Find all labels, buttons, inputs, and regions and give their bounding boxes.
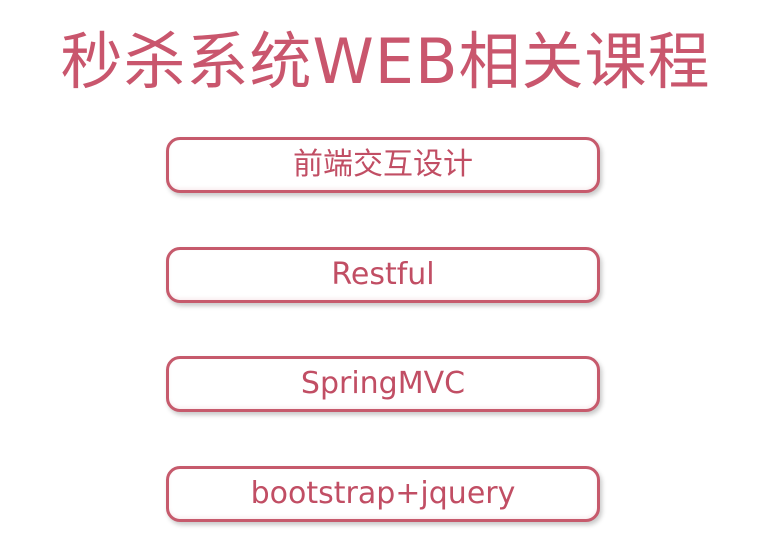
topic-box-bootstrap-jquery: bootstrap+jquery bbox=[166, 466, 600, 522]
slide-title: 秒杀系统WEB相关课程 bbox=[60, 25, 711, 98]
topic-box-frontend-interaction: 前端交互设计 bbox=[166, 137, 600, 193]
slide: 秒杀系统WEB相关课程 前端交互设计 Restful SpringMVC boo… bbox=[0, 0, 771, 550]
topic-box-restful: Restful bbox=[166, 247, 600, 303]
topic-label: bootstrap+jquery bbox=[250, 476, 516, 511]
topic-label: SpringMVC bbox=[300, 366, 466, 401]
topic-label: 前端交互设计 bbox=[293, 147, 473, 182]
topic-label: Restful bbox=[331, 257, 435, 292]
topic-box-springmvc: SpringMVC bbox=[166, 356, 600, 412]
